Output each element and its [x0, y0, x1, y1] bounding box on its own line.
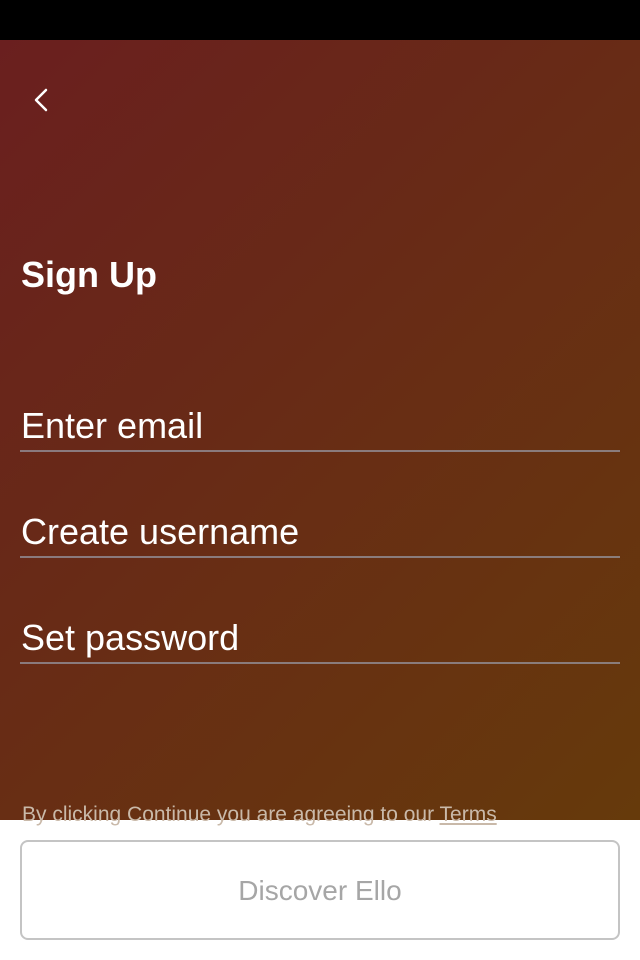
- discover-ello-button[interactable]: Discover Ello: [20, 840, 620, 940]
- email-input[interactable]: [21, 404, 617, 448]
- username-input[interactable]: [21, 510, 617, 554]
- chevron-left-icon: [34, 88, 48, 112]
- username-field[interactable]: [20, 510, 620, 558]
- password-input[interactable]: [21, 616, 617, 660]
- page-title: Sign Up: [21, 254, 157, 295]
- terms-notice: By clicking Continue you are agreeing to…: [22, 802, 497, 828]
- status-bar: [0, 0, 640, 40]
- password-field[interactable]: [20, 616, 620, 664]
- signup-panel: Sign Up By clicking Continue you are agr…: [0, 40, 640, 826]
- email-field[interactable]: [20, 404, 620, 452]
- terms-notice-text: By clicking Continue you are agreeing to…: [22, 803, 440, 826]
- back-button[interactable]: [24, 80, 60, 120]
- terms-link[interactable]: Terms: [440, 803, 497, 826]
